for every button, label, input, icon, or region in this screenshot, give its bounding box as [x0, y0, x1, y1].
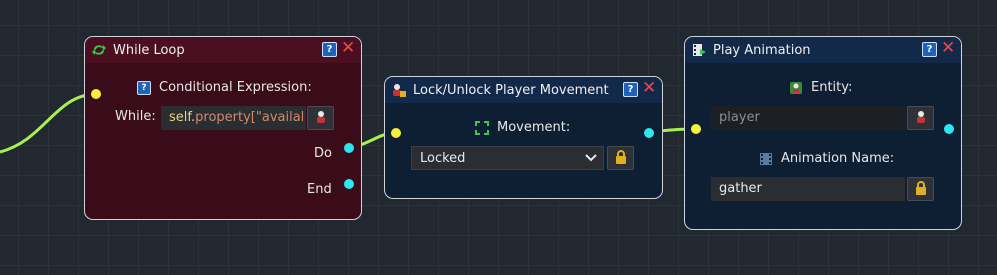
help-button[interactable]: ?: [623, 82, 638, 97]
entity-placeholder: player: [719, 110, 760, 125]
lock-player-icon: [391, 82, 407, 98]
entity-label-text: Entity:: [811, 80, 853, 95]
entity-picker-button[interactable]: [307, 106, 334, 130]
close-button[interactable]: ✕: [941, 40, 955, 57]
animation-name-value: gather: [719, 181, 762, 196]
move-arrows-icon: [475, 120, 489, 135]
while-loop-title: While Loop: [113, 42, 185, 58]
while-label: While:: [115, 109, 156, 124]
close-button[interactable]: ✕: [341, 40, 355, 57]
movement-label: Movement:: [475, 120, 570, 135]
conditional-expression-text: Conditional Expression:: [159, 80, 312, 95]
entity-picker-button[interactable]: [907, 106, 934, 130]
film-icon: [759, 152, 773, 166]
help-button[interactable]: ?: [922, 42, 937, 57]
conditional-expression-label: ? Conditional Expression:: [137, 80, 312, 95]
expression-input[interactable]: self.property["availal: [161, 106, 306, 130]
play-exec-output-port[interactable]: [944, 124, 954, 134]
animation-lock-button[interactable]: [907, 177, 934, 201]
chevron-down-icon: [585, 147, 597, 169]
lock-icon: [614, 149, 628, 168]
while-loop-node[interactable]: While Loop ? ✕ ? Conditional Expression:…: [84, 36, 362, 220]
entity-picker-icon: [314, 109, 328, 128]
lock-movement-node[interactable]: Lock/Unlock Player Movement ? ✕ Movement…: [384, 76, 663, 199]
play-animation-title: Play Animation: [713, 42, 811, 58]
lock-movement-title: Lock/Unlock Player Movement: [413, 82, 609, 98]
while-exec-input-port[interactable]: [91, 89, 101, 99]
movement-select[interactable]: Locked: [411, 146, 604, 170]
play-exec-input-port[interactable]: [691, 124, 701, 134]
lock-toggle-button[interactable]: [607, 146, 634, 170]
entity-input[interactable]: player: [711, 106, 905, 130]
wire-incoming: [0, 92, 97, 154]
do-output-port[interactable]: [344, 143, 354, 153]
entity-label: Entity:: [789, 80, 852, 95]
question-icon: ?: [137, 80, 151, 95]
play-animation-node[interactable]: Play Animation ? ✕ Entity: player Animat…: [684, 36, 962, 230]
lock-exec-output-port[interactable]: [644, 128, 654, 138]
expression-self: self.: [169, 110, 196, 125]
play-animation-header[interactable]: Play Animation ? ✕: [685, 37, 961, 63]
lock-icon: [914, 180, 928, 199]
movement-value: Locked: [420, 151, 466, 166]
entity-picker-icon: [914, 109, 928, 128]
while-loop-header[interactable]: While Loop ? ✕: [85, 37, 361, 63]
loop-icon: [91, 42, 107, 58]
lock-movement-header[interactable]: Lock/Unlock Player Movement ? ✕: [385, 77, 662, 103]
animation-name-label: Animation Name:: [759, 151, 894, 166]
animation-name-text: Animation Name:: [781, 151, 895, 166]
lock-exec-input-port[interactable]: [391, 128, 401, 138]
do-output-label: Do: [314, 146, 332, 161]
close-button[interactable]: ✕: [642, 80, 656, 97]
movement-label-text: Movement:: [497, 120, 571, 135]
play-animation-icon: [691, 42, 707, 58]
help-button[interactable]: ?: [322, 42, 337, 57]
end-output-label: End: [307, 182, 332, 197]
entity-icon: [789, 81, 803, 95]
animation-name-input[interactable]: gather: [711, 177, 905, 201]
expression-rest: property["availal: [195, 110, 305, 125]
end-output-port[interactable]: [344, 179, 354, 189]
